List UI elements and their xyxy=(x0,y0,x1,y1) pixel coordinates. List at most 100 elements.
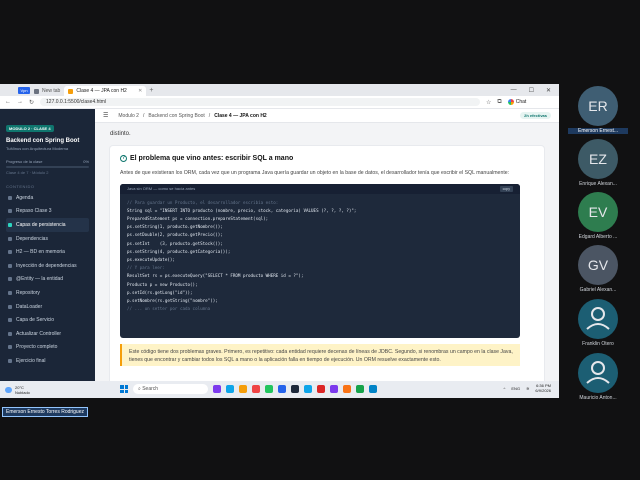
windows-start-icon[interactable] xyxy=(120,385,128,393)
app-icon[interactable] xyxy=(265,385,273,393)
maximize-icon[interactable]: ☐ xyxy=(529,87,534,94)
taskbar-apps: ⌕ Search xyxy=(120,384,377,394)
read-time-badge: 2h efectivas xyxy=(520,112,551,119)
app-icon[interactable] xyxy=(226,385,234,393)
presenter-name-tag: Emerson Ernesto Torres Rodriguez xyxy=(2,407,88,417)
code-body: // Para guardar un Producto, el desarrol… xyxy=(120,194,520,319)
participant-initials-text: EZ xyxy=(589,151,607,167)
breadcrumb-module[interactable]: Modulo 2 xyxy=(118,113,139,119)
tab-clase4[interactable]: Clase 4 — JPA con H2 ✕ xyxy=(64,86,147,96)
code-line: ps.setString(4, producto.getCategoria())… xyxy=(127,248,231,254)
participant-initials[interactable]: EZ xyxy=(578,139,618,179)
sidebar-item[interactable]: Capas de persistencia xyxy=(6,218,89,232)
sidebar-item[interactable]: Inyección de dependencias xyxy=(6,259,89,273)
tab-favicon-icon xyxy=(68,88,74,94)
participant-avatar[interactable] xyxy=(578,353,618,393)
sidebar-item[interactable]: Repaso Clase 3 xyxy=(6,205,89,219)
participant-initials[interactable]: GV xyxy=(578,245,618,285)
clock-date: 6/9/2026 xyxy=(535,388,551,393)
back-icon[interactable]: ← xyxy=(5,99,11,105)
url-input[interactable]: 127.0.0.1:5500/clase4.html xyxy=(40,98,481,106)
participant-name: Enrique Alexan... xyxy=(579,181,617,187)
new-tab-button[interactable]: + xyxy=(149,87,153,94)
code-line: ps.executeUpdate(); xyxy=(127,256,175,262)
app-icon[interactable] xyxy=(252,385,260,393)
sidebar-item-label: Repaso Clase 3 xyxy=(16,208,52,215)
sidebar-item-icon xyxy=(8,209,12,214)
forward-icon[interactable]: → xyxy=(17,99,23,105)
edge-icon[interactable] xyxy=(304,385,312,393)
code-line: p.setId(rs.getLong("id")); xyxy=(127,289,193,295)
language-indicator[interactable]: ENG xyxy=(511,386,520,391)
chevron-up-icon[interactable]: ^ xyxy=(504,386,506,391)
code-line: ps.setDouble(2, producto.getPrecio()); xyxy=(127,232,223,238)
participant-name: Gabriel Alexan... xyxy=(579,287,617,293)
sidebar-item-icon xyxy=(8,236,12,241)
sidebar-item-label: Dependencias xyxy=(16,235,48,242)
extensions-icon[interactable]: ⧉ xyxy=(497,99,501,106)
breadcrumb-course[interactable]: Backend con Spring Boot xyxy=(148,113,204,119)
taskbar-search[interactable]: ⌕ Search xyxy=(133,384,208,394)
cloud-icon xyxy=(5,386,12,393)
app-icon[interactable] xyxy=(330,385,338,393)
star-icon[interactable]: ☆ xyxy=(486,99,491,106)
wifi-icon[interactable]: ≋ xyxy=(526,386,529,391)
app-icon[interactable] xyxy=(343,385,351,393)
card-title: ? El problema que vino antes: escribir S… xyxy=(120,155,534,162)
vpn-badge[interactable]: Vpn xyxy=(18,86,30,94)
sidebar-item[interactable]: @Entity — la entidad xyxy=(6,273,89,287)
progress-track xyxy=(6,166,89,168)
code-line: Producto p = new Producto(); xyxy=(127,281,198,287)
menu-icon[interactable]: ☰ xyxy=(103,112,108,119)
close-window-icon[interactable]: ✕ xyxy=(546,87,551,94)
sidebar-item[interactable]: Repository xyxy=(6,286,89,300)
sidebar-item[interactable]: Proyecto completo xyxy=(6,341,89,355)
person-icon xyxy=(586,361,610,384)
sidebar-item[interactable]: Actualizar Controller xyxy=(6,327,89,341)
vscode-icon[interactable] xyxy=(369,385,377,393)
chat-button[interactable]: Chat xyxy=(507,99,526,105)
previous-paragraph: distinto. xyxy=(110,131,131,137)
sidebar-item[interactable]: DataLoader xyxy=(6,300,89,314)
sidebar-item[interactable]: Capa de Servicio xyxy=(6,313,89,327)
code-title: Java sin ORM — como se hacía antes xyxy=(127,186,196,191)
participant-initials[interactable]: EV xyxy=(578,192,618,232)
system-tray: ^ ENG ≋ 6:36 PM 6/9/2026 xyxy=(504,383,552,393)
file-explorer-icon[interactable] xyxy=(239,385,247,393)
breadcrumb-separator: / xyxy=(208,112,211,119)
sidebar-item-label: Inyección de dependencias xyxy=(16,262,77,269)
sidebar-item[interactable]: Agenda xyxy=(6,191,89,205)
sidebar-item-label: Capas de persistencia xyxy=(16,221,66,228)
participant-avatar[interactable] xyxy=(578,299,618,339)
app-icon[interactable] xyxy=(278,385,286,393)
app-icon[interactable] xyxy=(317,385,325,393)
participant-name: Franklin Otero xyxy=(582,341,614,347)
meeting-stage: Vpn New tab Clase 4 — JPA con H2 ✕ + — ☐… xyxy=(0,0,640,480)
app-icon[interactable] xyxy=(356,385,364,393)
sidebar-item[interactable]: Dependencias xyxy=(6,232,89,246)
code-comment: // Y para leer: xyxy=(127,265,165,271)
tab-new[interactable]: New tab xyxy=(30,86,64,96)
tab-label: New tab xyxy=(42,88,61,94)
sidebar-item-label: Ejercicio final xyxy=(16,357,46,364)
app-icon[interactable] xyxy=(213,385,221,393)
sidebar-item[interactable]: H2 — BD en memoria xyxy=(6,245,89,259)
progress-label-text: Progreso de la clase xyxy=(6,159,43,164)
participant-initials[interactable]: ER xyxy=(578,86,618,126)
clock[interactable]: 6:36 PM 6/9/2026 xyxy=(535,383,551,393)
progress-note: Clase 4 de 7 · Módulo 2 xyxy=(6,170,49,175)
taskbar: 20°C Nublado ⌕ Search ^ ENG ≋ 6:36 PM 6/… xyxy=(0,381,559,398)
app-icon[interactable] xyxy=(291,385,299,393)
lesson-content: distinto. ? El problema que vino antes: … xyxy=(95,123,559,381)
refresh-icon[interactable]: ↻ xyxy=(29,99,34,106)
close-tab-icon[interactable]: ✕ xyxy=(138,88,142,94)
section-label: CONTENIDO xyxy=(6,184,35,189)
card-title-text: El problema que vino antes: escribir SQL… xyxy=(130,155,294,162)
copy-button[interactable]: copy xyxy=(499,185,513,192)
sidebar-item-label: DataLoader xyxy=(16,303,43,310)
weather-text: 20°C Nublado xyxy=(15,385,30,395)
course-subtitle: TuMinus con Arquitectura Moderna xyxy=(6,146,69,151)
sidebar-item[interactable]: Ejercicio final xyxy=(6,354,89,368)
minimize-icon[interactable]: — xyxy=(511,87,517,94)
weather-widget[interactable]: 20°C Nublado xyxy=(5,385,30,395)
